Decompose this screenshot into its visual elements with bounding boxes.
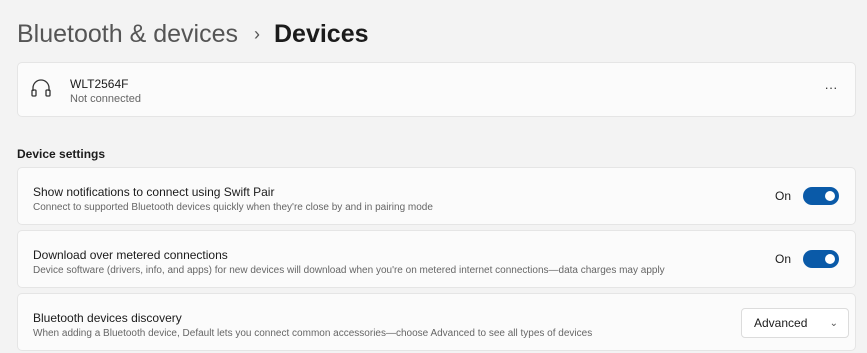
setting-title: Bluetooth devices discovery (33, 311, 182, 325)
section-title: Device settings (17, 147, 106, 161)
swift-pair-toggle[interactable] (803, 187, 839, 205)
setting-title: Show notifications to connect using Swif… (33, 185, 275, 199)
setting-title: Download over metered connections (33, 248, 228, 262)
headphones-icon (31, 79, 51, 97)
device-card[interactable]: WLT2564F Not connected ··· (17, 62, 856, 117)
dropdown-value: Advanced (754, 316, 808, 330)
toggle-knob (825, 254, 835, 264)
toggle-state-label: On (774, 189, 791, 203)
breadcrumb: Bluetooth & devices › Devices (17, 18, 369, 50)
setting-description: When adding a Bluetooth device, Default … (33, 328, 593, 339)
page-title: Devices (273, 20, 369, 48)
metered-download-setting: Download over metered connections Device… (17, 230, 856, 288)
device-status: Not connected (70, 93, 141, 105)
setting-description: Device software (drivers, info, and apps… (33, 265, 665, 276)
devices-discovery-setting: Bluetooth devices discovery When adding … (17, 293, 856, 351)
swift-pair-setting: Show notifications to connect using Swif… (17, 167, 856, 225)
breadcrumb-parent-link[interactable]: Bluetooth & devices (17, 18, 238, 50)
chevron-right-icon: › (253, 24, 260, 44)
toggle-state-label: On (774, 252, 791, 266)
chevron-down-icon: ⌄ (829, 317, 838, 329)
more-options-button[interactable]: ··· (819, 77, 843, 101)
device-name: WLT2564F (70, 77, 129, 91)
toggle-knob (825, 191, 835, 201)
setting-description: Connect to supported Bluetooth devices q… (33, 202, 433, 213)
discovery-dropdown[interactable]: Advanced ⌄ (741, 308, 849, 338)
metered-download-toggle[interactable] (803, 250, 839, 268)
swift-pair-toggle-group: On (775, 187, 839, 205)
metered-toggle-group: On (775, 250, 839, 268)
